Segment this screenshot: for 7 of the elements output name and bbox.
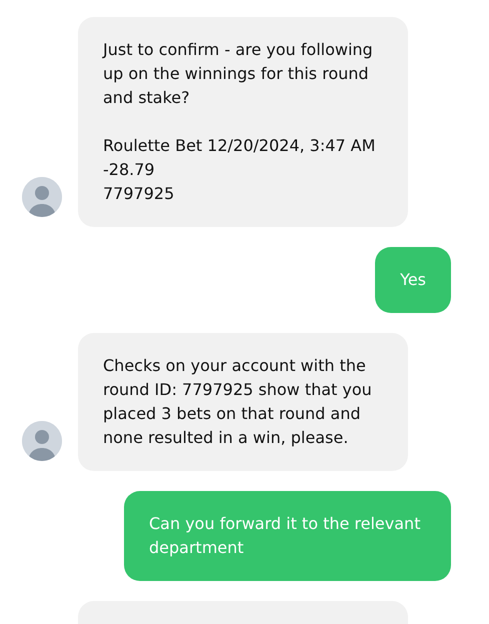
message-text: Checks on your account with the round ID: 7797925 show that you placed 3 bets on that round and none resulted in a win, please.: [103, 355, 373, 449]
message-text: Just to confirm - are you following up on the winnings for this round and stake?: [103, 39, 374, 109]
message-text: Roulette Bet 12/20/2024, 3:47 AM -28.79 7797925: [103, 135, 376, 205]
avatar-icon: [22, 421, 62, 461]
message-text: Yes: [400, 269, 426, 291]
avatar-icon: [22, 177, 62, 217]
message-text: Can you forward it to the relevant department: [149, 513, 422, 559]
